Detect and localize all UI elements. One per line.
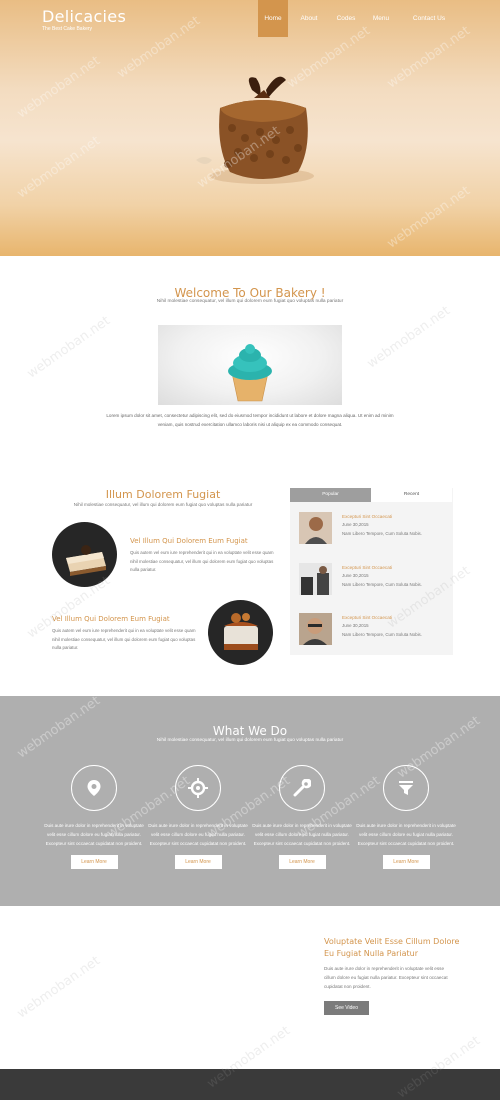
learn-more-button[interactable]: Learn More [174,855,222,869]
what-we-do-subtitle: Nihil molestiae consequatur, vel illum q… [156,738,344,743]
nav-contact[interactable]: Contact Us [400,0,458,37]
tab-recent[interactable]: Recent [371,488,452,502]
site-logo[interactable]: Delicacies The Best Cake Bakery [42,7,126,32]
service-description: Duis aute irure dolor in reprehenderit i… [44,823,144,846]
service-card: Duis aute irure dolor in reprehenderit i… [44,765,144,869]
illum-heading: Illum Dolorem Fugiat [105,488,221,501]
welcome-subtitle: Nihil molestiae consequatur, vel illum q… [156,299,344,304]
logo-title: Delicacies [42,7,127,26]
post-title[interactable]: Excepturi Sint Occaecati [342,514,392,519]
what-we-do-heading: What We Do [212,724,288,738]
tab-popular[interactable]: Popular [290,488,371,502]
nav-codes[interactable]: Codes [330,0,362,37]
post-thumbnail [299,563,332,595]
watermark: webmoban.net [24,313,113,382]
watermark: webmoban.net [364,303,453,372]
gear-target-icon [175,765,221,811]
logo-tagline: The Best Cake Bakery [42,26,93,32]
feature-heading-2: Vel Illum Qui Dolorem Eum Fugiat [52,615,170,623]
post-title[interactable]: Excepturi Sint Occaecati [342,565,392,570]
nav-about[interactable]: About [288,0,330,37]
tab-bar: Popular Recent [290,488,453,502]
service-card: Duis aute irure dolor in reprehenderit i… [356,765,456,869]
service-description: Duis aute irure dolor in reprehenderit i… [252,823,352,846]
post-date: June 30,2015 [342,522,369,527]
learn-more-button[interactable]: Learn More [278,855,326,869]
service-card: Duis aute irure dolor in reprehenderit i… [148,765,248,869]
hero-cake-image [196,76,314,184]
main-nav: Home About Codes Menu Contact Us [258,0,458,37]
learn-more-button[interactable]: Learn More [70,855,118,869]
post-excerpt: Nam Libero Tempore, Cum Soluta Nobis. [342,531,422,536]
post-item[interactable]: Excepturi Sint Occaecati June 30,2015 Na… [299,613,449,651]
welcome-heading: Welcome To Our Bakery ! [174,286,326,300]
video-heading: Voluptate Velit Esse Cillum Dolore Eu Fu… [324,937,460,958]
dessert-image-1 [52,522,117,587]
post-date: June 30,2015 [342,573,369,578]
post-excerpt: Nam Libero Tempore, Cum Soluta Nobis. [342,632,422,637]
cupcake-image [158,325,342,405]
see-video-button[interactable]: See Video [324,1001,369,1015]
feature-heading-1: Vel Illum Qui Dolorem Eum Fugiat [130,537,248,545]
posts-tab-panel: Popular Recent Excepturi Sint Occaecati … [290,488,453,655]
video-description: Duis aute irure dolor in reprehenderit i… [324,966,448,989]
footer-bar [0,1069,500,1100]
nav-menu[interactable]: Menu [362,0,400,37]
feature-text-1: Quis autem vel eum iure reprehenderit qu… [130,550,274,572]
service-description: Duis aute irure dolor in reprehenderit i… [356,823,456,846]
learn-more-button[interactable]: Learn More [382,855,430,869]
post-excerpt: Nam Libero Tempore, Cum Soluta Nobis. [342,582,422,587]
post-date: June 30,2015 [342,623,369,628]
map-pin-icon [71,765,117,811]
nav-home[interactable]: Home [258,0,288,37]
post-thumbnail [299,512,332,544]
service-card: Duis aute irure dolor in reprehenderit i… [252,765,352,869]
post-item[interactable]: Excepturi Sint Occaecati June 30,2015 Na… [299,563,449,601]
service-description: Duis aute irure dolor in reprehenderit i… [148,823,248,846]
filter-icon [383,765,429,811]
post-title[interactable]: Excepturi Sint Occaecati [342,615,392,620]
feature-text-2: Quis autem vel eum iure reprehenderit qu… [52,628,196,650]
watermark: webmoban.net [14,953,103,1022]
illum-subtitle: Nihil molestiae consequatur, vel illum q… [73,502,253,507]
dessert-image-2 [208,600,273,665]
welcome-paragraph: Lorem ipsum dolor sit amet, consectetur … [106,413,394,427]
wrench-icon [279,765,325,811]
post-item[interactable]: Excepturi Sint Occaecati June 30,2015 Na… [299,512,449,550]
post-thumbnail [299,613,332,645]
